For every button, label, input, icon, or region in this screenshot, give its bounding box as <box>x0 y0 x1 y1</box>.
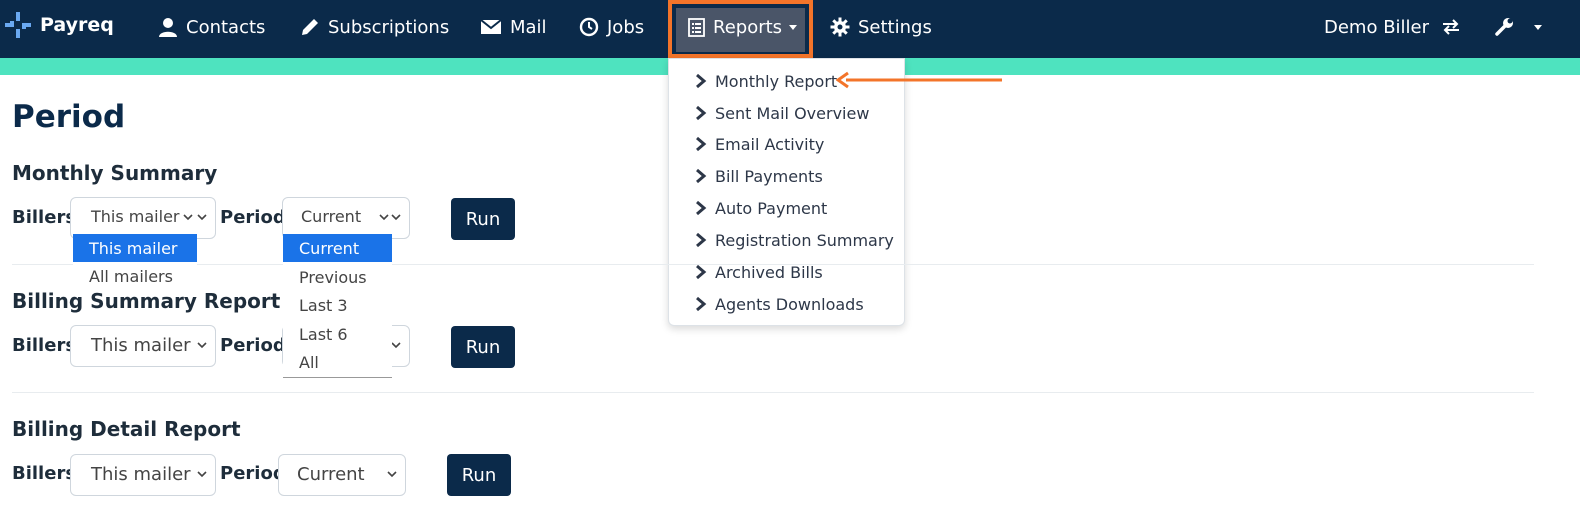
envelope-icon <box>480 19 502 34</box>
section-title-monthly-summary: Monthly Summary <box>12 161 218 185</box>
nav-jobs-label: Jobs <box>607 16 645 38</box>
nav-mail-label: Mail <box>510 16 547 38</box>
chevron-down-icon <box>197 214 207 221</box>
menu-item-label: Monthly Report <box>715 71 838 91</box>
pencil-icon <box>302 19 318 35</box>
account-switcher[interactable]: Demo Biller <box>1324 0 1469 54</box>
billers-select[interactable]: This mailer <box>70 197 216 239</box>
menu-item-label: Sent Mail Overview <box>715 103 870 123</box>
chevron-down-icon <box>197 342 207 349</box>
menu-item-label: Archived Bills <box>715 262 823 282</box>
section-title-billing-detail: Billing Detail Report <box>12 417 241 441</box>
payreq-logo-icon <box>5 12 31 38</box>
menu-item-agents-downloads[interactable]: Agents Downloads <box>695 292 864 316</box>
billers-label: Billers <box>12 463 77 484</box>
period-select-value: Current <box>297 464 365 485</box>
section-divider <box>12 264 1534 265</box>
period-select-value: Current <box>301 207 362 226</box>
nav-settings[interactable]: Settings <box>830 0 932 54</box>
page-title: Period <box>12 99 126 135</box>
run-button[interactable]: Run <box>451 198 515 240</box>
billers-select-value: This mailer <box>91 464 191 485</box>
menu-item-label: Bill Payments <box>715 166 823 186</box>
tools-caret-icon <box>1534 24 1542 30</box>
menu-item-auto-payment[interactable]: Auto Payment <box>695 196 827 220</box>
chevron-right-icon <box>696 232 707 248</box>
period-select[interactable]: Current <box>282 197 410 239</box>
nav-contacts[interactable]: Contacts <box>158 0 265 54</box>
menu-item-sent-mail-overview[interactable]: Sent Mail Overview <box>695 101 869 125</box>
period-option-last-3[interactable]: Last 3 <box>283 291 392 319</box>
run-button[interactable]: Run <box>447 454 511 496</box>
billers-options-list: This mailer All mailers <box>73 234 197 290</box>
menu-item-label: Agents Downloads <box>715 294 864 314</box>
report-icon <box>688 17 705 37</box>
menu-item-monthly-report[interactable]: Monthly Report <box>695 69 837 93</box>
annotation-arrow-icon <box>836 71 1002 89</box>
billers-option-this-mailer[interactable]: This mailer <box>73 234 197 262</box>
run-button[interactable]: Run <box>451 326 515 368</box>
period-option-all[interactable]: All <box>283 348 392 376</box>
billers-select[interactable]: This mailer <box>70 325 216 367</box>
billers-select[interactable]: This mailer <box>70 454 216 496</box>
period-select[interactable]: Current <box>278 454 406 496</box>
chevron-right-icon <box>696 136 707 152</box>
section-title-billing-summary: Billing Summary Report <box>12 289 281 313</box>
menu-item-label: Auto Payment <box>715 198 828 218</box>
section-divider <box>12 392 1534 393</box>
menu-item-label: Registration Summary <box>715 230 894 250</box>
chevron-down-icon <box>183 214 193 221</box>
menu-item-registration-summary[interactable]: Registration Summary <box>695 228 894 252</box>
brand-name: Payreq <box>40 14 114 36</box>
chevron-down-icon <box>197 471 207 478</box>
nav-subscriptions-label: Subscriptions <box>328 16 450 38</box>
period-option-last-6[interactable]: Last 6 <box>283 320 392 348</box>
chevron-down-icon <box>391 214 401 221</box>
chevron-right-icon <box>696 264 707 280</box>
nav-mail[interactable]: Mail <box>480 0 547 54</box>
menu-item-email-activity[interactable]: Email Activity <box>695 132 824 156</box>
nav-reports-label: Reports <box>713 16 783 38</box>
billers-label: Billers <box>12 335 77 356</box>
chevron-right-icon <box>696 168 707 184</box>
tools-menu[interactable] <box>1494 0 1542 54</box>
period-option-current[interactable]: Current <box>283 234 392 262</box>
nav-jobs[interactable]: Jobs <box>579 0 644 54</box>
billers-select-value: This mailer <box>91 207 180 226</box>
period-label: Period <box>220 207 286 228</box>
chevron-right-icon <box>696 200 707 216</box>
wrench-icon <box>1495 18 1513 36</box>
chevron-down-icon <box>387 471 397 478</box>
nav-contacts-label: Contacts <box>186 16 266 38</box>
chevron-down-icon <box>391 342 401 349</box>
chevron-right-icon <box>696 73 707 89</box>
reports-dropdown-menu: Monthly Report Sent Mail Overview Email … <box>668 58 905 326</box>
period-label: Period <box>220 335 286 356</box>
chevron-down-icon <box>379 214 389 221</box>
billers-option-all-mailers[interactable]: All mailers <box>73 262 197 290</box>
user-icon <box>159 18 177 37</box>
clock-icon <box>579 17 599 37</box>
reports-caret-icon <box>789 24 798 30</box>
account-name: Demo Biller <box>1324 16 1430 38</box>
nav-reports[interactable]: Reports <box>688 0 798 54</box>
period-label: Period <box>220 463 286 484</box>
period-options-list: Current Previous Last 3 Last 6 All <box>283 234 392 378</box>
switch-arrows-icon <box>1443 19 1460 35</box>
billers-label: Billers <box>12 207 77 228</box>
nav-subscriptions[interactable]: Subscriptions <box>300 0 449 54</box>
menu-item-label: Email Activity <box>715 134 825 154</box>
menu-item-bill-payments[interactable]: Bill Payments <box>695 164 823 188</box>
gear-icon <box>830 17 850 37</box>
period-option-previous[interactable]: Previous <box>283 263 392 291</box>
chevron-right-icon <box>696 105 707 121</box>
chevron-right-icon <box>696 296 707 312</box>
brand-logo[interactable]: Payreq <box>4 10 114 40</box>
billers-select-value: This mailer <box>91 335 191 356</box>
nav-settings-label: Settings <box>858 16 932 38</box>
